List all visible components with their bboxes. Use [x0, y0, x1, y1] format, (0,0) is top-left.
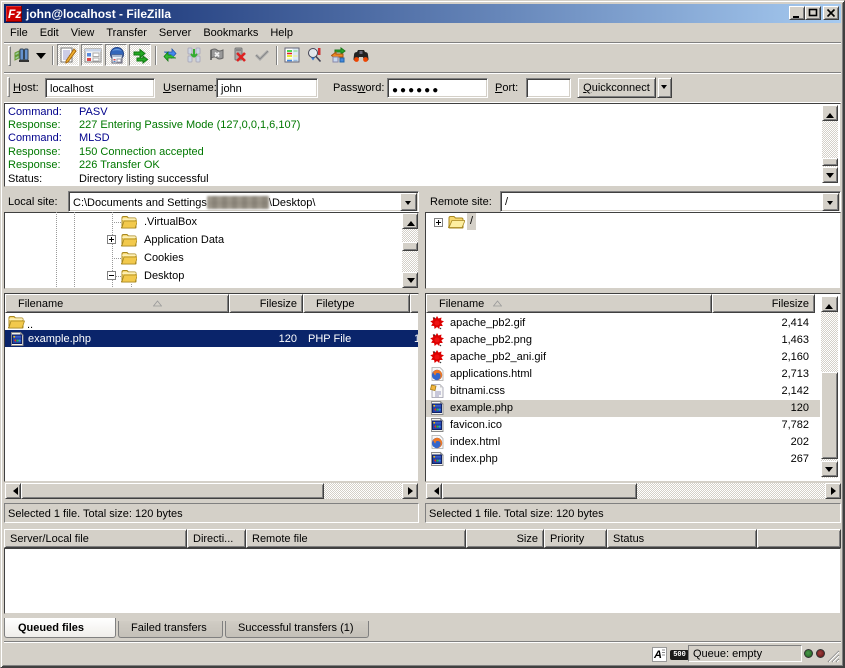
svg-text:A: A	[653, 649, 662, 661]
